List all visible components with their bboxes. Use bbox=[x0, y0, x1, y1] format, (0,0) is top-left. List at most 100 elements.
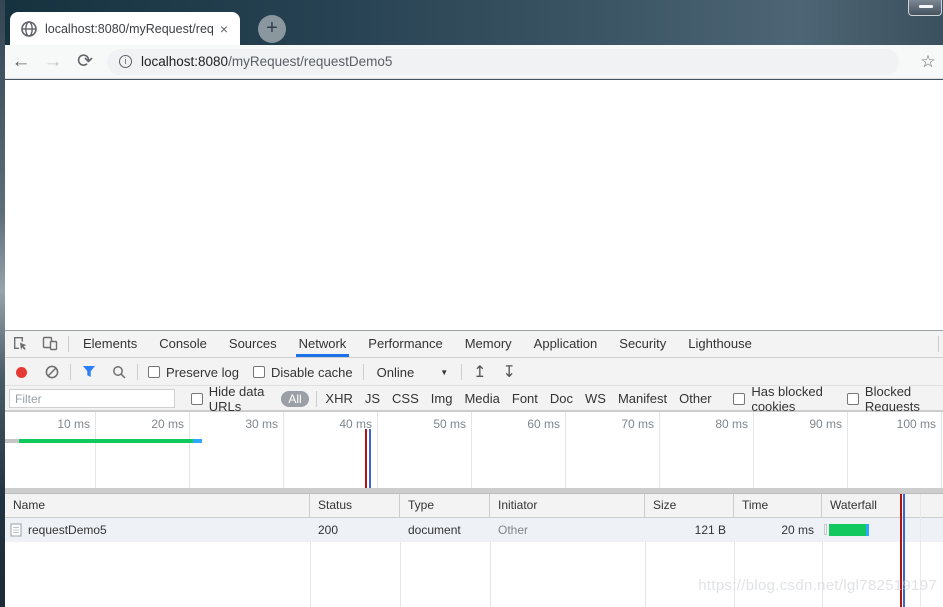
column-header-initiator[interactable]: Initiator bbox=[490, 494, 645, 517]
filter-chip-media[interactable]: Media bbox=[458, 391, 505, 406]
waterfall-bar-queueing bbox=[824, 524, 827, 535]
filter-funnel-icon[interactable] bbox=[74, 363, 104, 381]
page-info-icon[interactable]: i bbox=[119, 55, 132, 68]
filter-chip-other[interactable]: Other bbox=[673, 391, 718, 406]
column-header-waterfall[interactable]: Waterfall bbox=[822, 494, 943, 517]
column-divider bbox=[400, 542, 401, 607]
divider bbox=[137, 364, 138, 380]
export-har-icon[interactable]: ↧ bbox=[503, 362, 516, 382]
column-header-size[interactable]: Size bbox=[645, 494, 734, 517]
timeline-tick: 70 ms bbox=[566, 412, 660, 488]
tab-lighthouse[interactable]: Lighthouse bbox=[677, 331, 763, 357]
tab-sources[interactable]: Sources bbox=[218, 331, 288, 357]
checkbox-icon bbox=[191, 393, 203, 405]
preserve-log-checkbox[interactable]: Preserve log bbox=[148, 365, 239, 380]
column-divider bbox=[490, 542, 491, 607]
divider bbox=[461, 364, 462, 380]
network-toolbar: Preserve log Disable cache Online ▼ ↥ ↧ bbox=[5, 359, 943, 386]
tab-strip: localhost:8080/myRequest/req × + bbox=[5, 0, 943, 45]
import-har-icon[interactable]: ↥ bbox=[473, 362, 486, 382]
column-header-name[interactable]: Name bbox=[5, 494, 310, 517]
url-text[interactable]: localhost:8080/myRequest/requestDemo5 bbox=[141, 54, 392, 69]
filter-chip-all[interactable]: All bbox=[281, 391, 308, 407]
hide-data-urls-checkbox[interactable]: Hide data URLs bbox=[191, 384, 271, 414]
new-tab-button[interactable]: + bbox=[258, 15, 286, 43]
minimize-window-button[interactable] bbox=[908, 0, 942, 16]
divider bbox=[68, 336, 69, 352]
filter-chip-css[interactable]: CSS bbox=[386, 391, 425, 406]
browser-window: localhost:8080/myRequest/req × + ← → ⟳ i… bbox=[5, 0, 943, 607]
timeline-tick: 40 ms bbox=[284, 412, 378, 488]
divider bbox=[363, 364, 364, 380]
request-type: document bbox=[400, 518, 490, 542]
record-button[interactable] bbox=[16, 367, 27, 378]
preserve-log-label: Preserve log bbox=[166, 365, 239, 380]
filter-input[interactable] bbox=[9, 389, 175, 408]
bookmark-star-icon[interactable]: ☆ bbox=[913, 52, 943, 72]
browser-tab[interactable]: localhost:8080/myRequest/req × bbox=[10, 12, 240, 45]
url-path: /myRequest/requestDemo5 bbox=[228, 54, 392, 69]
divider bbox=[70, 364, 71, 380]
back-icon[interactable]: ← bbox=[5, 51, 37, 73]
close-tab-icon[interactable]: × bbox=[216, 21, 232, 37]
clear-icon[interactable] bbox=[37, 363, 67, 382]
has-blocked-cookies-label: Has blocked cookies bbox=[751, 384, 833, 414]
devtools-tab-bar: Elements Console Sources Network Perform… bbox=[5, 331, 943, 358]
domcontentloaded-event-line bbox=[369, 429, 371, 488]
overview-waterfall-bar bbox=[19, 439, 193, 443]
request-initiator: Other bbox=[490, 518, 645, 542]
filter-chip-img[interactable]: Img bbox=[425, 391, 459, 406]
tab-title: localhost:8080/myRequest/req bbox=[45, 22, 216, 36]
throttling-select[interactable]: Online ▼ bbox=[377, 365, 449, 380]
disable-cache-label: Disable cache bbox=[271, 365, 353, 380]
inspect-element-icon[interactable] bbox=[5, 333, 35, 356]
checkbox-icon bbox=[148, 366, 160, 378]
column-header-type[interactable]: Type bbox=[400, 494, 490, 517]
timeline-tick: 100 ms bbox=[848, 412, 942, 488]
checkbox-icon bbox=[847, 393, 859, 405]
tab-elements[interactable]: Elements bbox=[72, 331, 148, 357]
column-divider bbox=[645, 542, 646, 607]
checkbox-icon bbox=[733, 393, 745, 405]
checkbox-icon bbox=[253, 366, 265, 378]
filter-chip-manifest[interactable]: Manifest bbox=[612, 391, 673, 406]
tab-memory[interactable]: Memory bbox=[454, 331, 523, 357]
divider bbox=[938, 336, 939, 352]
filter-chip-xhr[interactable]: XHR bbox=[319, 391, 358, 406]
filter-chip-ws[interactable]: WS bbox=[579, 391, 612, 406]
tab-security[interactable]: Security bbox=[608, 331, 677, 357]
tab-performance[interactable]: Performance bbox=[357, 331, 453, 357]
column-divider bbox=[734, 542, 735, 607]
network-overview-timeline[interactable]: 10 ms 20 ms 30 ms 40 ms 50 ms 60 ms 70 m… bbox=[5, 411, 943, 488]
filter-chip-font[interactable]: Font bbox=[506, 391, 544, 406]
timeline-tick: 30 ms bbox=[190, 412, 284, 488]
address-bar: ← → ⟳ i localhost:8080/myRequest/request… bbox=[5, 45, 943, 79]
tab-network[interactable]: Network bbox=[288, 331, 358, 357]
throttling-value: Online bbox=[377, 365, 415, 380]
network-filter-bar: Hide data URLs All XHR JS CSS Img Media … bbox=[5, 387, 943, 411]
has-blocked-cookies-checkbox[interactable]: Has blocked cookies bbox=[733, 384, 833, 414]
search-icon[interactable] bbox=[104, 363, 134, 382]
disable-cache-checkbox[interactable]: Disable cache bbox=[253, 365, 353, 380]
reload-icon[interactable]: ⟳ bbox=[69, 50, 101, 73]
tab-console[interactable]: Console bbox=[148, 331, 218, 357]
timeline-tick: 10 ms bbox=[5, 412, 96, 488]
blocked-requests-checkbox[interactable]: Blocked Requests bbox=[847, 384, 936, 414]
watermark: https://blog.csdn.net/lgl782519197 bbox=[698, 577, 937, 594]
url-host: localhost:8080 bbox=[141, 54, 228, 69]
request-row[interactable]: requestDemo5 200 document Other 121 B 20… bbox=[5, 518, 943, 542]
filter-chip-doc[interactable]: Doc bbox=[544, 391, 579, 406]
blocked-requests-label: Blocked Requests bbox=[865, 384, 936, 414]
waterfall-bar bbox=[829, 524, 866, 536]
timeline-tick: 90 ms bbox=[754, 412, 848, 488]
omnibox[interactable]: i localhost:8080/myRequest/requestDemo5 bbox=[107, 49, 899, 75]
device-toolbar-icon[interactable] bbox=[35, 333, 65, 356]
filter-chip-js[interactable]: JS bbox=[359, 391, 386, 406]
chevron-down-icon: ▼ bbox=[440, 368, 448, 377]
forward-icon[interactable]: → bbox=[37, 51, 69, 73]
column-header-status[interactable]: Status bbox=[310, 494, 400, 517]
waterfall-bar-receive bbox=[866, 524, 869, 536]
column-header-time[interactable]: Time bbox=[734, 494, 822, 517]
tab-application[interactable]: Application bbox=[523, 331, 609, 357]
page-viewport bbox=[5, 80, 943, 330]
